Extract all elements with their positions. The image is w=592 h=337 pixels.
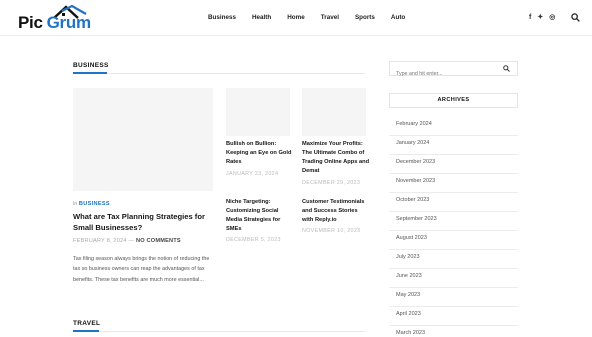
small-article-title[interactable]: Niche Targeting: Customizing Social Medi… (226, 198, 294, 234)
archive-link[interactable]: August 2023 (389, 231, 518, 250)
main-article-meta: FEBRUARY 8, 2024 — NO COMMENTS (73, 238, 181, 244)
search-input[interactable] (390, 67, 498, 81)
small-article-title[interactable]: Maximize Your Profits: The Ultimate Comb… (302, 140, 370, 176)
archive-link[interactable]: October 2023 (389, 193, 518, 212)
main-nav: Business Health Home Travel Sports Auto (208, 14, 421, 21)
site-header: Pic Grum Business Health Home Travel Spor… (0, 0, 592, 36)
archives-title: ARCHIVES (437, 97, 470, 103)
archive-link[interactable]: May 2023 (389, 288, 518, 307)
section-accent-bar (73, 330, 99, 332)
archive-label[interactable]: May 2023 (396, 292, 420, 298)
logo-part-pic: Pic (18, 13, 43, 32)
small-article-date: JANUARY 23, 2024 (226, 171, 279, 177)
main-article-excerpt: Tax filing season always brings the noti… (73, 256, 210, 283)
section-divider (73, 73, 365, 74)
small-article-image[interactable] (226, 88, 290, 136)
facebook-icon[interactable]: f (529, 13, 531, 22)
nav-item-sports[interactable]: Sports (355, 14, 375, 21)
archive-label[interactable]: October 2023 (396, 197, 429, 203)
archive-label[interactable]: April 2023 (396, 311, 421, 317)
main-article-image[interactable] (73, 88, 213, 191)
archive-link[interactable]: April 2023 (389, 307, 518, 326)
section-heading-travel[interactable]: TRAVEL (73, 320, 100, 327)
archive-link[interactable]: February 2024 (389, 117, 518, 136)
category-link[interactable]: BUSINESS (79, 201, 110, 207)
section-heading-business[interactable]: BUSINESS (73, 62, 109, 69)
nav-item-home[interactable]: Home (287, 14, 305, 21)
archive-label[interactable]: June 2023 (396, 273, 422, 279)
archive-label[interactable]: February 2024 (396, 121, 432, 127)
small-article-date: DECEMBER 5, 2023 (226, 237, 281, 243)
instagram-icon[interactable]: ◎ (549, 13, 555, 22)
nav-item-health[interactable]: Health (252, 14, 271, 21)
section-divider (73, 331, 365, 332)
archive-link[interactable]: March 2023 (389, 326, 518, 337)
main-article-comments[interactable]: NO COMMENTS (136, 238, 181, 244)
archive-link[interactable]: January 2024 (389, 136, 518, 155)
archive-link[interactable]: December 2023 (389, 155, 518, 174)
site-logo[interactable]: Pic Grum (18, 5, 110, 33)
nav-item-auto[interactable]: Auto (391, 14, 405, 21)
category-prefix: in (73, 201, 78, 207)
main-article-date: FEBRUARY 8, 2024 (73, 238, 127, 244)
small-article-image[interactable] (302, 88, 366, 136)
social-links: f ✦ ◎ (529, 13, 555, 22)
nav-item-business[interactable]: Business (208, 14, 236, 21)
main-article-title[interactable]: What are Tax Planning Strategies for Sma… (73, 212, 218, 233)
archive-label[interactable]: July 2023 (396, 254, 420, 260)
nav-item-travel[interactable]: Travel (321, 14, 339, 21)
search-icon[interactable] (503, 65, 510, 72)
logo-text: Pic Grum (18, 13, 91, 33)
sidebar-search (389, 61, 518, 81)
small-article-title[interactable]: Customer Testimonials and Success Storie… (302, 198, 370, 225)
archive-label[interactable]: August 2023 (396, 235, 427, 241)
archives-widget-header: ARCHIVES (389, 93, 518, 108)
search-icon[interactable] (571, 13, 580, 22)
small-article-date: DECEMBER 29, 2023 (302, 180, 361, 186)
meta-separator: — (128, 238, 135, 244)
archive-label[interactable]: March 2023 (396, 330, 425, 336)
twitter-icon[interactable]: ✦ (537, 13, 543, 22)
main-article-category: in BUSINESS (73, 201, 110, 207)
archive-label[interactable]: November 2023 (396, 178, 435, 184)
archive-link[interactable]: July 2023 (389, 250, 518, 269)
archive-label[interactable]: January 2024 (396, 140, 429, 146)
archive-link[interactable]: November 2023 (389, 174, 518, 193)
archive-label[interactable]: September 2023 (396, 216, 437, 222)
archive-label[interactable]: December 2023 (396, 159, 435, 165)
small-article-title[interactable]: Bullish on Bullion: Keeping an Eye on Go… (226, 140, 294, 167)
archive-link[interactable]: September 2023 (389, 212, 518, 231)
section-accent-bar (73, 72, 107, 74)
small-article-date: NOVEMBER 10, 2023 (302, 228, 361, 234)
logo-part-grum: Grum (46, 13, 91, 32)
archive-link[interactable]: June 2023 (389, 269, 518, 288)
